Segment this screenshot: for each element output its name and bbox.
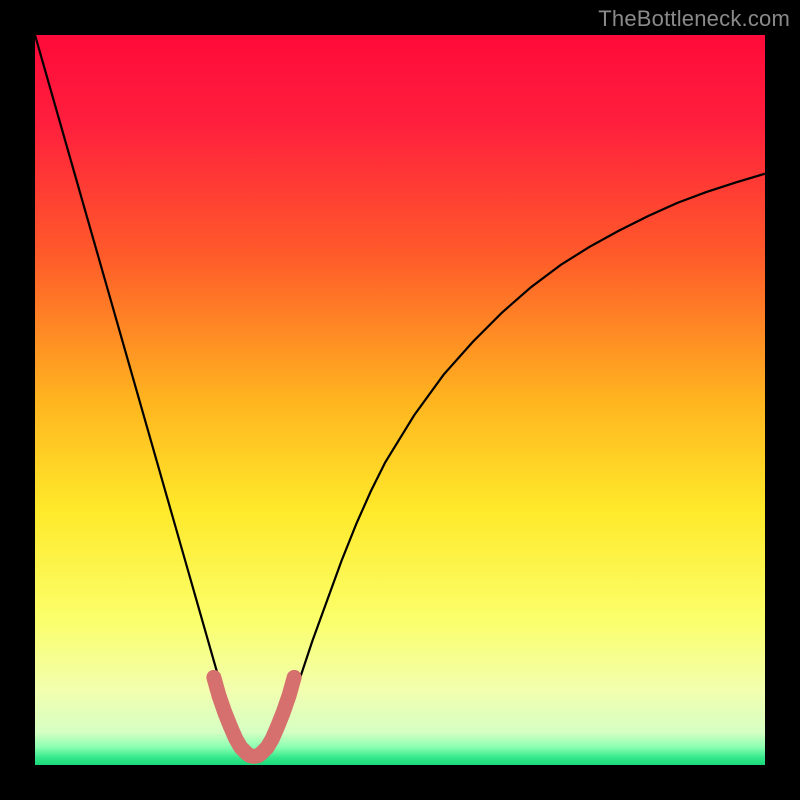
highlight-bottom (214, 677, 294, 756)
chart-frame: TheBottleneck.com (0, 0, 800, 800)
plot-area (35, 35, 765, 765)
curve-layer (35, 35, 765, 765)
bottleneck-curve (35, 35, 765, 756)
watermark-text: TheBottleneck.com (598, 6, 790, 32)
